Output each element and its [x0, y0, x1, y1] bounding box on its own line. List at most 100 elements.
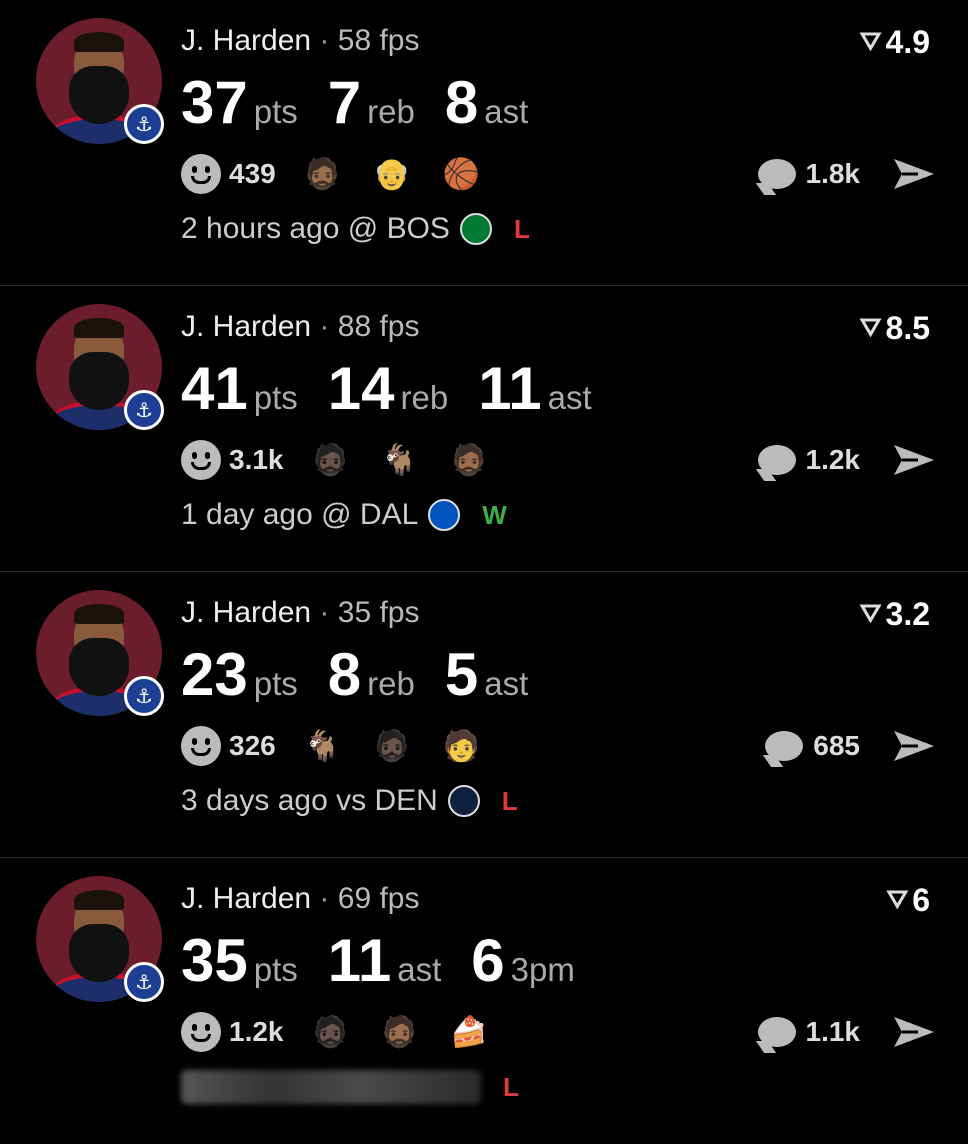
separator: ·: [319, 882, 330, 915]
reaction-emoji[interactable]: 🐐: [304, 729, 341, 764]
separator: ·: [319, 310, 330, 343]
stat-unit: pts: [253, 665, 298, 702]
stat-unit: pts: [253, 379, 298, 416]
comment-bubble-icon: [757, 159, 796, 189]
reaction-count[interactable]: 3.1k: [229, 444, 284, 476]
game-time-opponent[interactable]: 3 days ago vs DEN: [181, 784, 438, 818]
comment-bubble-icon: [757, 1017, 796, 1047]
stat-unit: ast: [397, 951, 442, 988]
score-value: 3.2: [885, 596, 930, 632]
stat-value: 37: [181, 69, 248, 136]
reaction-count[interactable]: 439: [229, 158, 276, 190]
fps-label: 69 fps: [337, 882, 420, 915]
reaction-emoji[interactable]: 🍰: [450, 1015, 487, 1050]
reaction-emoji[interactable]: 👴: [373, 157, 410, 192]
stat-value: 6: [471, 927, 505, 994]
score-rating[interactable]: ⛛ 6: [886, 882, 930, 919]
mavericks-logo-icon: [428, 499, 461, 531]
reaction-emoji[interactable]: 🧔🏾: [304, 157, 341, 192]
send-icon[interactable]: [892, 728, 936, 764]
game-time-opponent[interactable]: 1 day ago @ DAL: [181, 498, 418, 532]
reaction-emoji[interactable]: 🐐: [381, 443, 418, 478]
team-badge-icon: ⚓: [124, 676, 164, 716]
post-header: J. Harden · 88 fps: [181, 310, 420, 344]
stat-value: 14: [327, 355, 395, 422]
reaction-emoji[interactable]: 🧔🏿: [312, 443, 349, 478]
stat-unit: pts: [253, 93, 298, 130]
smiley-icon[interactable]: [181, 1012, 221, 1052]
send-icon[interactable]: [892, 156, 936, 192]
stat-unit: reb: [400, 379, 449, 416]
team-badge-icon: ⚓: [124, 390, 164, 430]
stat-value: 8: [444, 69, 479, 136]
stat-unit: ast: [484, 93, 529, 130]
reactions-row: 439 🧔🏾 👴 🏀: [181, 154, 512, 194]
feed: ⚓ J. Harden · 58 fps ⛛ 4.9 37 pts 7 reb 8 ast…: [0, 0, 968, 1144]
game-time-opponent[interactable]: 2 hours ago @ BOS: [181, 212, 450, 246]
post-header: J. Harden · 35 fps: [181, 596, 420, 630]
reaction-count[interactable]: 326: [229, 730, 276, 762]
comment-bubble-icon: [757, 445, 796, 475]
game-result: L: [513, 213, 530, 244]
smiley-icon[interactable]: [181, 726, 221, 766]
team-badge-icon: ⚓: [124, 104, 164, 144]
send-icon[interactable]: [892, 442, 936, 478]
reaction-emoji[interactable]: 🧔🏿: [373, 729, 410, 764]
game-result: L: [501, 785, 518, 816]
smiley-icon[interactable]: [181, 440, 221, 480]
score-rating[interactable]: ⛛ 4.9: [860, 24, 930, 61]
post-card[interactable]: ⚓ J. Harden · 35 fps ⛛ 3.2 23 pts 8 reb 5 ast…: [0, 572, 968, 858]
comments-button[interactable]: 1.2k: [757, 444, 861, 476]
score-value: 8.5: [885, 310, 930, 346]
player-name[interactable]: J. Harden: [181, 882, 311, 915]
stat-line: 41 pts 14 reb 11 ast: [181, 354, 622, 423]
flag-icon: ⛛: [859, 25, 882, 56]
player-name[interactable]: J. Harden: [181, 24, 311, 57]
player-name[interactable]: J. Harden: [181, 596, 311, 629]
comments-button[interactable]: 1.1k: [757, 1016, 861, 1048]
score-value: 4.9: [885, 24, 930, 60]
game-result: L: [503, 1071, 519, 1102]
comments-button[interactable]: 685: [765, 730, 860, 762]
comment-bubble-icon: [765, 731, 804, 761]
score-rating[interactable]: ⛛ 8.5: [860, 310, 930, 347]
stat-line: 23 pts 8 reb 5 ast: [181, 640, 558, 709]
stat-value: 5: [444, 641, 479, 708]
smiley-icon[interactable]: [181, 154, 221, 194]
nuggets-logo-icon: [447, 785, 480, 817]
reaction-emoji[interactable]: 🧑: [442, 729, 479, 764]
reaction-emoji[interactable]: 🧔🏾: [381, 1015, 418, 1050]
post-card[interactable]: ⚓ J. Harden · 58 fps ⛛ 4.9 37 pts 7 reb 8 ast…: [0, 0, 968, 286]
reactions-row: 3.1k 🧔🏿 🐐 🧔🏾: [181, 440, 520, 480]
comment-count: 1.2k: [805, 444, 861, 475]
send-icon[interactable]: [892, 1014, 936, 1050]
stat-unit: ast: [484, 665, 529, 702]
stat-unit: 3pm: [510, 951, 575, 988]
game-time-opponent[interactable]: [181, 1070, 481, 1104]
score-value: 6: [912, 882, 930, 918]
flag-icon: ⛛: [886, 883, 909, 914]
stat-value: 41: [181, 355, 248, 422]
score-rating[interactable]: ⛛ 3.2: [860, 596, 930, 633]
stat-value: 8: [327, 641, 362, 708]
post-card[interactable]: ⚓ J. Harden · 69 fps ⛛ 6 35 pts 11 ast 6 3pm …: [0, 858, 968, 1144]
post-card[interactable]: ⚓ J. Harden · 88 fps ⛛ 8.5 41 pts 14 reb 11 a…: [0, 286, 968, 572]
reaction-emoji[interactable]: 🧔🏿: [312, 1015, 349, 1050]
separator: ·: [319, 24, 330, 57]
reaction-count[interactable]: 1.2k: [229, 1016, 284, 1048]
stat-value: 11: [327, 927, 392, 994]
stat-value: 35: [181, 927, 248, 994]
post-header: J. Harden · 58 fps: [181, 24, 420, 58]
stat-unit: pts: [253, 951, 298, 988]
comment-count: 1.1k: [805, 1016, 861, 1047]
reaction-emoji[interactable]: 🏀: [442, 157, 479, 192]
post-header: J. Harden · 69 fps: [181, 882, 420, 916]
game-info: 2 hours ago @ BOS L: [181, 212, 530, 246]
team-badge-icon: ⚓: [124, 962, 164, 1002]
reactions-row: 326 🐐 🧔🏿 🧑: [181, 726, 512, 766]
comments-button[interactable]: 1.8k: [757, 158, 860, 190]
player-name[interactable]: J. Harden: [181, 310, 311, 343]
stat-unit: reb: [367, 93, 415, 130]
reaction-emoji[interactable]: 🧔🏾: [450, 443, 487, 478]
stat-unit: reb: [367, 665, 415, 702]
